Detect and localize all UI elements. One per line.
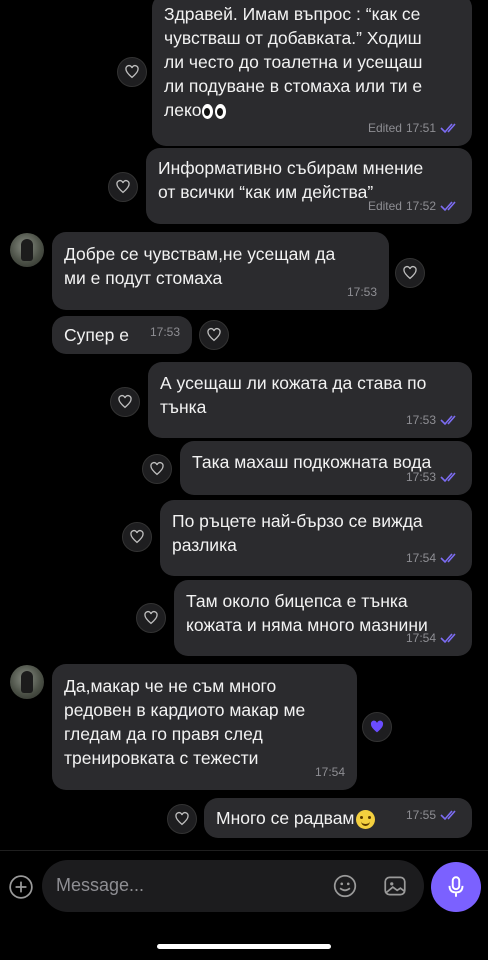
eyes-emoji: [201, 103, 226, 119]
message-meta: Edited 17:52: [368, 194, 460, 218]
heart-reaction-button[interactable]: [108, 172, 138, 202]
message-bubble-outgoing[interactable]: Здравей. Имам въпрос : “как се чувстваш …: [152, 0, 472, 146]
message-text: По ръцете най-бързо се вижда разлика: [172, 511, 423, 555]
message-time: 17:54: [405, 551, 436, 565]
message-text: А усещаш ли кожата да става по тънка: [160, 373, 427, 417]
message-bubble-incoming[interactable]: Супер е 17:53: [52, 316, 192, 354]
message-input-placeholder: Message...: [56, 875, 145, 895]
heart-reaction-button[interactable]: [110, 387, 140, 417]
message-bubble-incoming[interactable]: Да,макар че не съм много редовен в карди…: [52, 664, 357, 790]
heart-reaction-button[interactable]: [117, 57, 147, 87]
message-text: Да,макар че не съм много редовен в карди…: [64, 676, 306, 768]
message-text: Супер е: [64, 325, 129, 345]
message-text: Здравей. Имам въпрос : “как се чувстваш …: [164, 4, 423, 120]
contact-avatar[interactable]: [10, 665, 44, 699]
message-time: 17:51: [405, 121, 436, 135]
double-check-icon: [440, 633, 456, 644]
message-bubble-outgoing[interactable]: Много се радвам 17:55: [204, 798, 472, 838]
heart-icon: [118, 394, 132, 409]
message-bubble-outgoing[interactable]: А усещаш ли кожата да става по тънка 17:…: [148, 362, 472, 438]
message-bubble-incoming[interactable]: Добре се чувствам,не усещам да ми е поду…: [52, 232, 389, 310]
double-check-icon: [440, 553, 456, 564]
edited-label: Edited: [367, 121, 402, 135]
contact-avatar[interactable]: [10, 233, 44, 267]
heart-icon: [370, 720, 384, 733]
voice-message-button[interactable]: [431, 862, 481, 912]
message-bubble-outgoing[interactable]: Информативно събирам мнение от всички “к…: [146, 148, 472, 224]
double-check-icon: [440, 472, 456, 483]
message-meta: 17:54: [406, 626, 460, 650]
add-icon[interactable]: [8, 874, 34, 900]
heart-icon: [130, 529, 144, 544]
message-bubble-outgoing[interactable]: Така махаш подкожната вода 17:53: [180, 441, 472, 495]
smile-emoji: [356, 809, 376, 829]
heart-reaction-button[interactable]: [395, 258, 425, 288]
message-meta: 17:55: [406, 803, 460, 827]
message-meta: 17:53: [406, 408, 460, 432]
message-meta: 17:54: [406, 546, 460, 570]
edited-label: Edited: [367, 199, 402, 213]
heart-icon: [116, 179, 130, 194]
heart-reaction-button[interactable]: [136, 603, 166, 633]
double-check-icon: [440, 123, 456, 134]
heart-reaction-button-active[interactable]: [362, 712, 392, 742]
message-time: 17:54: [314, 765, 345, 779]
message-time: 17:53: [149, 325, 180, 339]
message-time: 17:53: [405, 413, 436, 427]
chat-thread[interactable]: Здравей. Имам въпрос : “как се чувстваш …: [0, 0, 488, 850]
heart-icon: [150, 461, 164, 476]
heart-reaction-button[interactable]: [167, 804, 197, 834]
message-time: 17:52: [405, 199, 436, 213]
message-meta: 17:53: [150, 320, 180, 344]
double-check-icon: [440, 201, 456, 212]
heart-reaction-button[interactable]: [142, 454, 172, 484]
heart-icon: [403, 265, 417, 280]
message-meta: 17:54: [315, 760, 345, 784]
message-time: 17:55: [405, 808, 436, 822]
message-text: Много се радвам: [216, 808, 355, 828]
message-text: Добре се чувствам,не усещам да ми е поду…: [64, 244, 336, 288]
message-bubble-outgoing[interactable]: По ръцете най-бързо се вижда разлика 17:…: [160, 500, 472, 576]
home-indicator[interactable]: [157, 944, 331, 949]
heart-reaction-button[interactable]: [199, 320, 229, 350]
double-check-icon: [440, 810, 456, 821]
message-time: 17:53: [405, 470, 436, 484]
message-meta: 17:53: [347, 280, 377, 304]
message-text: Там около бицепса е тънка кожата и няма …: [186, 591, 428, 635]
emoji-icon[interactable]: [332, 873, 358, 899]
heart-icon: [207, 327, 221, 342]
heart-icon: [144, 610, 158, 625]
heart-reaction-button[interactable]: [122, 522, 152, 552]
message-time: 17:53: [346, 285, 377, 299]
message-input[interactable]: Message...: [42, 860, 424, 912]
microphone-icon: [448, 876, 464, 897]
message-meta: Edited 17:51: [368, 116, 460, 140]
message-meta: 17:53: [406, 465, 460, 489]
message-bubble-outgoing[interactable]: Там около бицепса е тънка кожата и няма …: [174, 580, 472, 656]
heart-icon: [125, 64, 139, 79]
message-time: 17:54: [405, 631, 436, 645]
message-text: Така махаш подкожната вода: [192, 452, 432, 472]
double-check-icon: [440, 415, 456, 426]
heart-icon: [175, 811, 189, 826]
sticker-icon[interactable]: [382, 873, 408, 899]
